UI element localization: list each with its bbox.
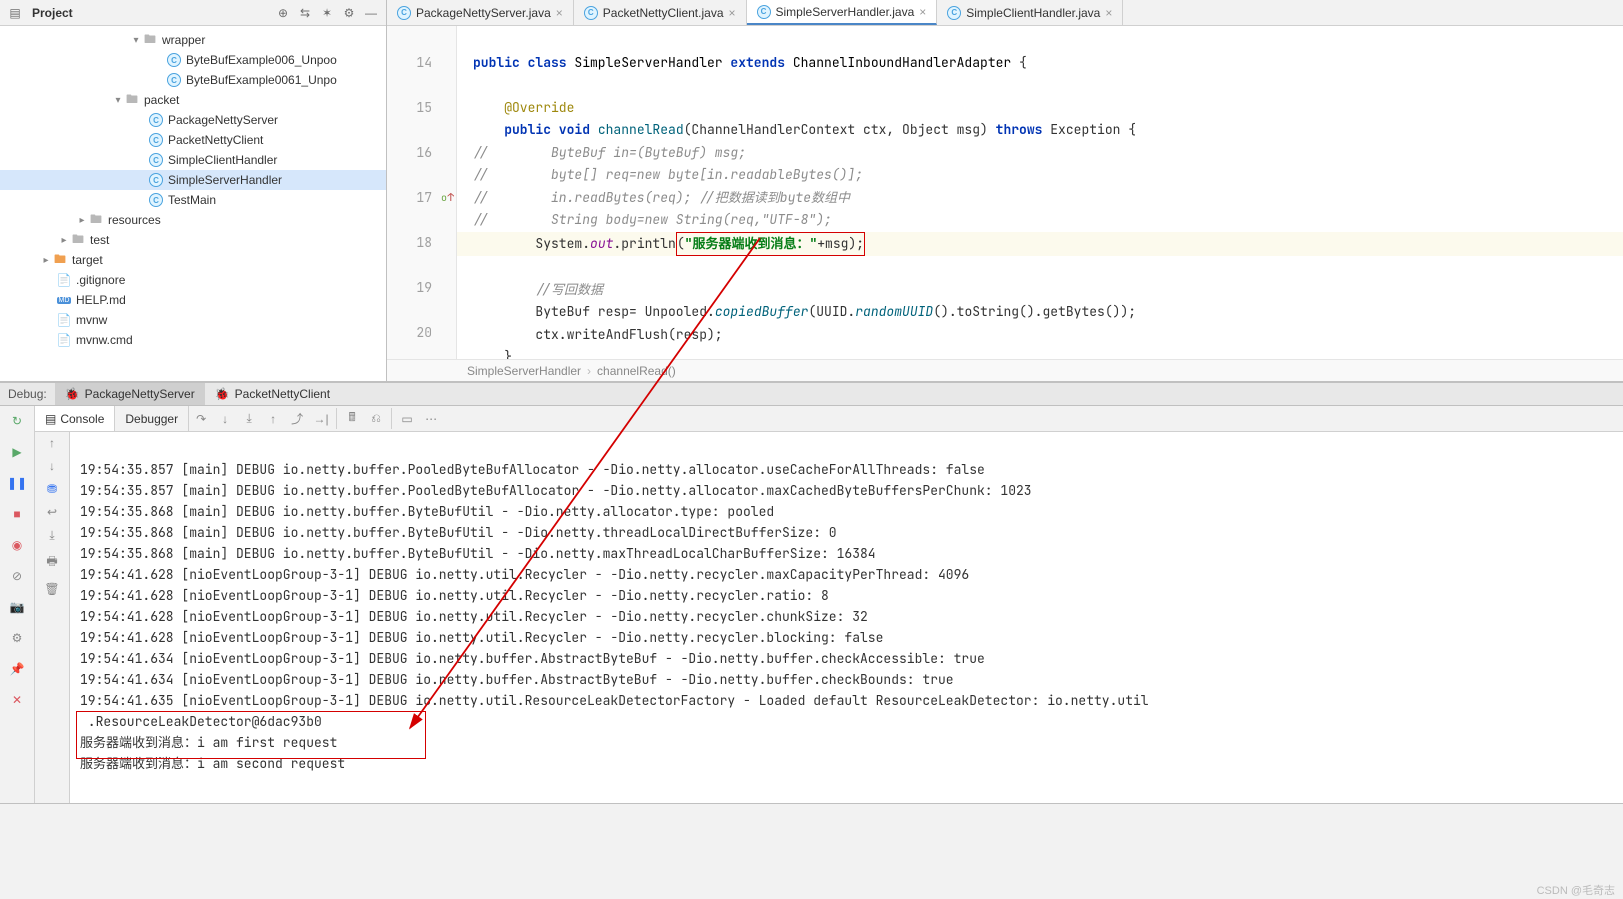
editor-tab[interactable]: CSimpleClientHandler.java× <box>937 0 1123 25</box>
tree-file-gitignore[interactable]: 📄.gitignore <box>0 270 386 290</box>
drop-frame-icon[interactable]: ⤴ <box>285 407 309 431</box>
watermark: CSDN @毛奇志 <box>1537 882 1615 898</box>
close-icon[interactable]: ✕ <box>6 689 28 711</box>
editor-tab[interactable]: CPacketNettyClient.java× <box>574 0 747 25</box>
locate-icon[interactable]: ⊕ <box>274 4 292 22</box>
debug-body: ↻ ▶ ❚❚ ■ ◉ ⊘ 📷 ⚙ 📌 ✕ ▤Console Debugger ↷… <box>0 406 1623 803</box>
bug-icon: 🐞 <box>65 387 80 401</box>
pause-icon[interactable]: ❚❚ <box>6 472 28 494</box>
rerun-icon[interactable]: ↻ <box>6 410 28 432</box>
editor-tabs: CPackageNettyServer.java× CPacketNettyCl… <box>387 0 1623 26</box>
project-header: ▤ Project ⊕ ⇆ ✶ ⚙ — <box>0 0 386 26</box>
scroll-end-icon[interactable]: ⤓ <box>49 528 54 543</box>
tree-item[interactable]: CPacketNettyClient <box>0 130 386 150</box>
debugger-tab[interactable]: Debugger <box>115 406 189 431</box>
evaluate-icon[interactable]: 🖩 <box>340 407 364 431</box>
breadcrumb[interactable]: SimpleServerHandler › channelRead() <box>387 359 1623 381</box>
trace-icon[interactable]: ⎌ <box>364 407 388 431</box>
override-icon: o <box>441 187 447 210</box>
settings-icon[interactable]: ⚙ <box>340 4 358 22</box>
tree-item[interactable]: CByteBufExample0061_Unpo <box>0 70 386 90</box>
run-to-cursor-icon[interactable]: →| <box>309 407 333 431</box>
mute-icon[interactable]: ⊘ <box>6 565 28 587</box>
tree-file-mvnwcmd[interactable]: 📄mvnw.cmd <box>0 330 386 350</box>
up-icon[interactable]: ↑ <box>49 436 55 450</box>
project-tree[interactable]: ▾🖿wrapper CByteBufExample006_Unpoo CByte… <box>0 26 386 381</box>
editor-gutter: 14 15 16 17o↑ 18 19 20 21 22 23 24 25 26… <box>387 26 457 359</box>
tree-item[interactable]: CPackageNettyServer <box>0 110 386 130</box>
collapse-icon[interactable]: ✶ <box>318 4 336 22</box>
down-icon[interactable]: ↓ <box>49 459 55 473</box>
step-over-icon[interactable]: ↷ <box>189 407 213 431</box>
debug-main: ▤Console Debugger ↷ ↓ ⤓ ↑ ⤴ →| 🖩 ⎌ ▭ ⋯ ↑… <box>35 406 1623 803</box>
editor-content[interactable]: 14 15 16 17o↑ 18 19 20 21 22 23 24 25 26… <box>387 26 1623 359</box>
annotation-box-code: ("服务器端收到消息："+msg); <box>676 232 865 257</box>
step-into-icon[interactable]: ↓ <box>213 407 237 431</box>
tree-file-mvnw[interactable]: 📄mvnw <box>0 310 386 330</box>
breakpoints-icon[interactable]: ◉ <box>6 534 28 556</box>
console-left-toolbar: ↑ ↓ ⛃ ↩ ⤓ 🖶 🗑 <box>35 432 70 803</box>
debug-label: Debug: <box>0 387 55 401</box>
expand-icon[interactable]: ⇆ <box>296 4 314 22</box>
more-icon[interactable]: ⋯ <box>419 407 443 431</box>
layout-icon[interactable]: ▭ <box>395 407 419 431</box>
clear-icon[interactable]: 🗑 <box>44 582 59 596</box>
pin-icon[interactable]: 📌 <box>6 658 28 680</box>
debug-left-toolbar: ↻ ▶ ❚❚ ■ ◉ ⊘ 📷 ⚙ 📌 ✕ <box>0 406 35 803</box>
console-tab[interactable]: ▤Console <box>35 406 115 431</box>
stop-icon[interactable]: ■ <box>6 503 28 525</box>
close-icon[interactable]: × <box>729 6 736 20</box>
settings-icon[interactable]: ⚙ <box>6 627 28 649</box>
gutter-marker-icon: ↑ <box>447 187 454 210</box>
console-output[interactable]: 19:54:35.857 [main] DEBUG io.netty.buffe… <box>70 432 1623 803</box>
debug-toolbar: ▤Console Debugger ↷ ↓ ⤓ ↑ ⤴ →| 🖩 ⎌ ▭ ⋯ <box>35 406 1623 432</box>
close-icon[interactable]: × <box>1105 6 1112 20</box>
soft-wrap-icon[interactable]: ↩ <box>47 505 57 519</box>
print-icon[interactable]: 🖶 <box>46 552 57 573</box>
step-out-icon[interactable]: ↑ <box>261 407 285 431</box>
status-bar <box>0 803 1623 825</box>
resume-icon[interactable]: ▶ <box>6 441 28 463</box>
camera-icon[interactable]: 📷 <box>6 596 28 618</box>
editor-tab-active[interactable]: CSimpleServerHandler.java× <box>747 0 938 25</box>
tree-file-helpmd[interactable]: MDHELP.md <box>0 290 386 310</box>
hide-icon[interactable]: — <box>362 4 380 22</box>
tree-folder-test[interactable]: ▸🖿test <box>0 230 386 250</box>
close-icon[interactable]: × <box>919 5 926 19</box>
tree-folder-wrapper[interactable]: ▾🖿wrapper <box>0 30 386 50</box>
project-panel: ▤ Project ⊕ ⇆ ✶ ⚙ — ▾🖿wrapper CByteBufEx… <box>0 0 387 381</box>
code-area[interactable]: public class SimpleServerHandler extends… <box>457 26 1623 359</box>
project-view-icon[interactable]: ▤ <box>6 4 24 22</box>
tree-folder-packet[interactable]: ▾🖿packet <box>0 90 386 110</box>
tree-folder-target[interactable]: ▸🖿target <box>0 250 386 270</box>
force-step-icon[interactable]: ⤓ <box>237 407 261 431</box>
editor-tab[interactable]: CPackageNettyServer.java× <box>387 0 574 25</box>
tree-item[interactable]: CByteBufExample006_Unpoo <box>0 50 386 70</box>
close-icon[interactable]: × <box>556 6 563 20</box>
debug-config-tab[interactable]: 🐞PacketNettyClient <box>205 383 340 405</box>
tree-folder-resources[interactable]: ▸🖿resources <box>0 210 386 230</box>
debug-config-tab-active[interactable]: 🐞PackageNettyServer <box>55 383 205 405</box>
bug-icon: 🐞 <box>215 387 230 401</box>
project-title: Project <box>32 6 270 20</box>
tree-item[interactable]: CTestMain <box>0 190 386 210</box>
debug-header: Debug: 🐞PackageNettyServer 🐞PacketNettyC… <box>0 382 1623 406</box>
filter-icon[interactable]: ⛃ <box>47 482 57 496</box>
tree-item[interactable]: CSimpleClientHandler <box>0 150 386 170</box>
tree-item-selected[interactable]: CSimpleServerHandler <box>0 170 386 190</box>
editor-area: CPackageNettyServer.java× CPacketNettyCl… <box>387 0 1623 381</box>
